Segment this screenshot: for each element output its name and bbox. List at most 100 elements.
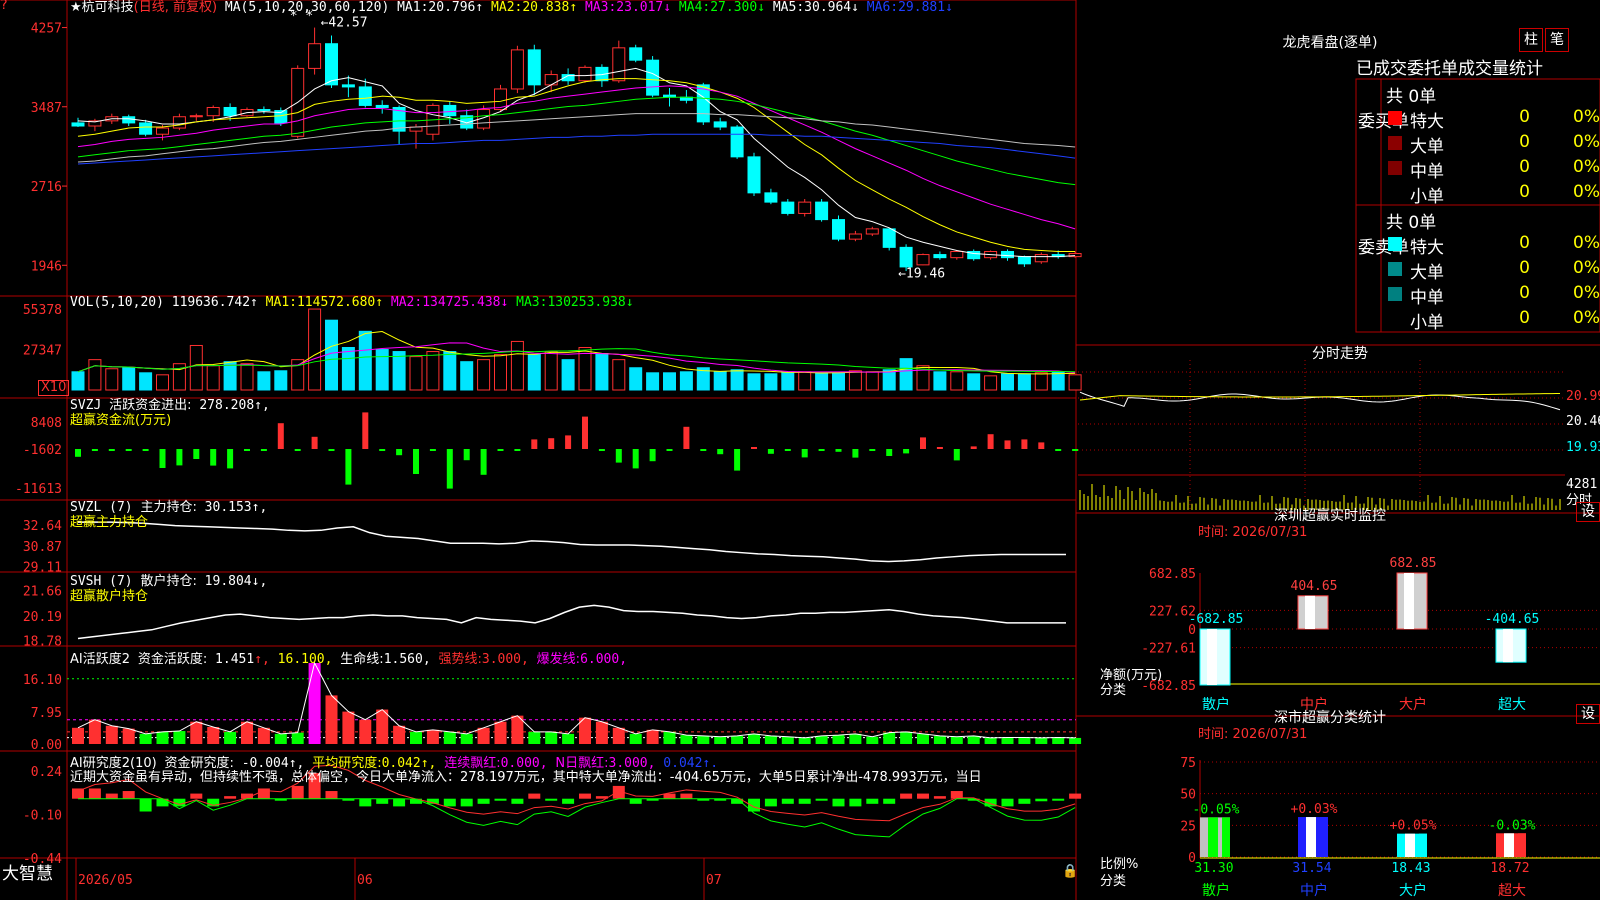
buy-row-pct: 0%	[1573, 107, 1600, 127]
svzj-bar	[260, 449, 267, 451]
volume-bar	[798, 371, 812, 391]
sell-row-pct: 0%	[1573, 233, 1600, 253]
candle-body	[815, 201, 829, 221]
sz-bar-label: -682.85	[1189, 612, 1244, 627]
sz-bar-highlight	[1404, 573, 1414, 629]
volume-bar	[544, 351, 558, 391]
sh-bar-3	[1397, 833, 1427, 857]
volume-bar	[967, 373, 981, 391]
svzj-bar	[1072, 449, 1079, 451]
sell-swatch	[1388, 287, 1402, 301]
stock-title[interactable]: ★杭可科技	[70, 0, 134, 15]
sz-settings-button[interactable]: 设	[1576, 502, 1600, 522]
ma5-label: MA5:	[772, 0, 805, 15]
ai-active-bar	[798, 737, 811, 744]
candle-body	[764, 192, 778, 203]
ai-active-bar	[849, 733, 862, 744]
svzl-header: SVZL (7) 主力持仓: 30.153↑,	[70, 500, 267, 516]
ai-active-bar	[950, 736, 963, 744]
bar-mode-button[interactable]: 柱	[1519, 28, 1543, 52]
ma5-value: 30.964↓	[804, 0, 867, 15]
svzj-bar	[767, 449, 774, 454]
ai-research-bar	[917, 793, 929, 799]
svzj-bar	[311, 436, 318, 449]
volume-bar	[848, 370, 862, 391]
sell-row-value: 0	[1519, 233, 1530, 253]
ai-research-bar	[291, 785, 304, 799]
ai-active-bar	[257, 727, 270, 744]
ma6-label: MA6:	[866, 0, 899, 15]
candle-body	[832, 219, 845, 240]
svzj-bar	[683, 426, 690, 449]
sz-bar-highlight	[1305, 595, 1315, 629]
low-marker: ←19.46	[898, 266, 945, 281]
volume-bar	[663, 372, 676, 391]
ai-active-bar	[291, 732, 304, 744]
buy-row-name: 大单	[1410, 137, 1444, 157]
candle-body	[358, 86, 372, 106]
ai-research-bar	[139, 798, 152, 812]
ma3-label: MA3:	[584, 0, 617, 15]
ai-research-bar	[781, 798, 794, 804]
menu-indicator[interactable]: ?	[0, 0, 8, 14]
volume-bar	[1017, 373, 1031, 391]
svzj-bar	[413, 449, 419, 474]
ai-active-bar	[88, 719, 101, 744]
volume-bar	[527, 354, 541, 391]
svsh-name: 散户持仓:	[140, 574, 197, 589]
ai-active-ytick: 7.95	[31, 706, 62, 721]
ai-active-bar	[460, 733, 473, 744]
ai-research-bar	[359, 798, 372, 807]
candle-body	[308, 43, 322, 69]
volume-bar	[679, 371, 693, 391]
ai-research-bar	[477, 798, 490, 804]
intraday-tick: 4281	[1566, 477, 1597, 492]
volume-bar	[494, 354, 507, 391]
sz-bar-highlight	[1207, 629, 1217, 685]
ma2-line	[77, 78, 1076, 252]
ai-research-ytick: -0.10	[23, 809, 62, 824]
svsh-label: SVSH	[70, 574, 102, 589]
continuous-red-value: 0.000,	[500, 756, 548, 771]
ai-research-value: -0.004↑,	[241, 756, 305, 771]
ai-research-bar	[680, 793, 693, 799]
vol-ma1-value: 114572.680↑	[296, 295, 391, 310]
candle-body	[950, 250, 964, 259]
sh-cat-label: 散户	[1202, 882, 1230, 899]
sh-cat-label: 超大	[1498, 883, 1526, 899]
svzj-bar	[751, 447, 757, 449]
sz-ytick: -227.61	[1141, 642, 1196, 657]
ai-research-bar	[562, 798, 575, 804]
ai-research-val5: 0.042↑.	[663, 756, 719, 771]
svzl-params: (7)	[109, 500, 133, 515]
svzj-bar	[886, 449, 893, 456]
sz-monitor-title: 深圳超赢实时监控	[1274, 508, 1386, 524]
ai-active-bar	[359, 719, 372, 744]
candle-body	[122, 116, 136, 124]
sell-row-value: 0	[1519, 258, 1530, 278]
volume-bar	[629, 367, 643, 391]
ma1-label: MA1:	[397, 0, 429, 15]
volume-bar	[325, 319, 338, 391]
ai-active-bar	[781, 736, 794, 744]
volume-bar	[747, 373, 761, 391]
ai-active-bar	[832, 735, 845, 744]
svzj-bar	[970, 446, 977, 449]
sh-stats-title: 深市超赢分类统计	[1274, 710, 1386, 726]
sz-xlabel: 分类	[1100, 683, 1127, 698]
pen-mode-button[interactable]: 笔	[1545, 28, 1569, 52]
price-ytick: 4257	[31, 22, 62, 37]
ai-research-bar	[224, 796, 237, 799]
candle-body	[696, 84, 710, 123]
svzj-bar	[717, 449, 724, 455]
ai-research-bar	[105, 793, 118, 799]
buy-row-name: 特大	[1410, 112, 1444, 132]
vol-header: VOL(5,10,20) 119636.742↑ MA1:114572.680↑…	[70, 295, 634, 311]
candle-body	[341, 84, 355, 88]
volume-bar	[223, 361, 237, 391]
volume-bar	[646, 372, 660, 391]
ai-active-bar	[714, 736, 727, 744]
lock-icon[interactable]: 🔒	[1062, 864, 1078, 880]
sh-settings-button[interactable]: 设	[1576, 704, 1600, 724]
ai-active-bar	[376, 709, 389, 744]
